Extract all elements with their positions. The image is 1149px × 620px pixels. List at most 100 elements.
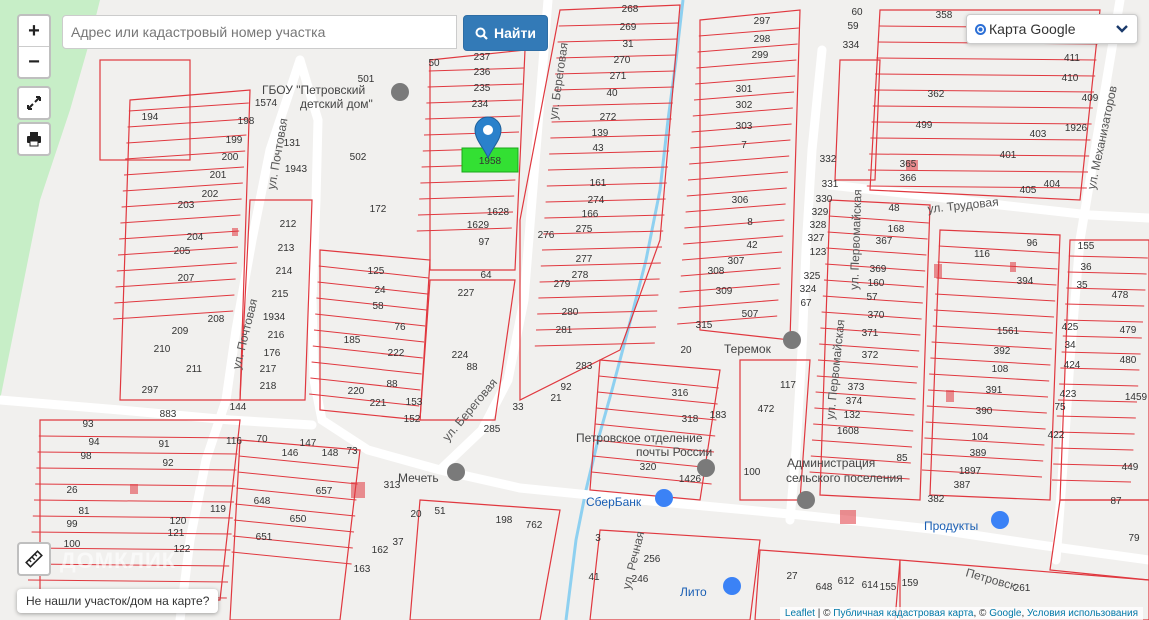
parcel-number-label: 409 — [1082, 93, 1099, 104]
parcel-boundary — [696, 59, 797, 69]
parcel-boundary — [317, 281, 428, 295]
parcel-number-label: 227 — [458, 288, 475, 299]
parcel-number-label: 26 — [66, 485, 78, 496]
google-link[interactable]: Google — [989, 608, 1021, 619]
poi-label: Администрация — [787, 456, 875, 470]
parcel-number-label: 148 — [322, 448, 339, 459]
parcel-boundary — [867, 169, 1089, 173]
expand-icon — [27, 96, 41, 110]
poi-icon — [655, 489, 673, 507]
parcel-number-label: 612 — [838, 576, 855, 587]
parcel-boundary — [938, 245, 1059, 254]
map-layer-select[interactable]: Карта Google — [966, 14, 1138, 44]
parcel-number-label: 327 — [808, 233, 825, 244]
parcel-number-label: 1574 — [255, 98, 278, 109]
parcel-boundary — [936, 277, 1057, 286]
parcel-number-label: 271 — [610, 71, 627, 82]
parcel-number-label: 332 — [820, 154, 837, 165]
parcel-boundary — [237, 471, 358, 485]
fullscreen-button[interactable] — [19, 88, 49, 118]
parcel-number-label: 163 — [354, 564, 371, 575]
print-button[interactable] — [19, 124, 49, 154]
parcel-number-label: 88 — [466, 362, 478, 373]
parcel-boundary — [870, 137, 1091, 141]
parcel-boundary — [687, 171, 789, 181]
parcel-number-label: 91 — [158, 439, 170, 450]
parcel-number-label: 216 — [268, 330, 285, 341]
parcel-boundary — [598, 375, 719, 389]
parcel-number-label: 236 — [474, 67, 491, 78]
parcel-number-label: 217 — [260, 364, 277, 375]
parcel-number-label: 283 — [576, 361, 593, 372]
parcel-number-label: 298 — [754, 34, 771, 45]
parcel-number-label: 299 — [752, 50, 769, 61]
parcel-number-label: 213 — [278, 243, 295, 254]
parcel-number-label: 20 — [680, 345, 692, 356]
parcel-number-label: 94 — [88, 437, 100, 448]
chevron-down-icon[interactable] — [1115, 24, 1129, 34]
terms-link[interactable]: Условия использования — [1027, 608, 1138, 619]
search-input[interactable] — [62, 15, 457, 49]
map-canvas[interactable]: 2682693127027140272139431612741662752772… — [0, 0, 1149, 620]
parcel-boundary — [921, 469, 1043, 478]
parcel-number-label: 121 — [168, 528, 185, 539]
parcel-boundary — [232, 535, 353, 549]
parcel-boundary — [925, 421, 1046, 430]
parcel-number-label: 479 — [1120, 325, 1137, 336]
parcel-number-label: 24 — [374, 285, 386, 296]
poi-label: Лито — [680, 585, 707, 599]
parcel-number-label: 117 — [780, 380, 796, 391]
parcel-boundary — [545, 198, 666, 203]
parcel-number-label: 120 — [170, 516, 187, 527]
selected-parcel-label: 1958 — [479, 156, 502, 167]
parcel-boundary — [38, 435, 239, 439]
parcel-number-label: 183 — [710, 410, 727, 421]
parcel-number-label: 51 — [434, 506, 446, 517]
parcel-boundary — [534, 342, 655, 347]
parcel-number-label: 404 — [1044, 179, 1061, 190]
radio-selected-icon[interactable] — [975, 23, 986, 35]
parcel-number-label: 331 — [822, 179, 839, 190]
parcel-number-label: 220 — [348, 386, 365, 397]
parcel-number-label: 34 — [1064, 340, 1076, 351]
parcel-number-label: 411 — [1064, 53, 1080, 64]
parcel-number-label: 146 — [282, 448, 299, 459]
parcel-number-label: 309 — [716, 286, 733, 297]
parcel-number-label: 155 — [880, 582, 897, 593]
parcel-number-label: 122 — [174, 544, 191, 555]
parcel-boundary — [930, 357, 1051, 366]
not-found-button[interactable]: Не нашли участок/дом на карте? — [17, 589, 219, 613]
parcel-number-label: 392 — [994, 346, 1011, 357]
parcel-number-label: 201 — [210, 170, 227, 181]
parcel-number-label: 389 — [970, 448, 987, 459]
parcel-number-label: 272 — [600, 112, 617, 123]
parcel-number-label: 480 — [1120, 355, 1137, 366]
parcel-number-label: 235 — [474, 83, 491, 94]
map-attribution: Leaflet | © Публичная кадастровая карта,… — [779, 607, 1143, 620]
measure-button[interactable] — [19, 544, 49, 574]
parcel-number-label: 36 — [1080, 262, 1092, 273]
zoom-in-button[interactable]: + — [19, 16, 49, 46]
search-button[interactable]: Найти — [463, 15, 548, 51]
parcel-number-label: 161 — [590, 178, 607, 189]
cadastral-link[interactable]: Публичная кадастровая карта — [833, 608, 973, 619]
parcel-number-label: 370 — [868, 310, 885, 321]
parcel-number-label: 218 — [260, 381, 277, 392]
parcel-number-label: 3 — [595, 533, 601, 544]
parcel-number-label: 369 — [870, 264, 887, 275]
zoom-out-button[interactable]: − — [19, 46, 49, 77]
parcel-number-label: 374 — [846, 396, 863, 407]
parcel-number-label: 210 — [154, 344, 171, 355]
parcel-boundary — [425, 115, 521, 120]
parcel-boundary — [540, 262, 661, 267]
parcel-number-label: 41 — [588, 572, 600, 583]
attribution-separator: | © — [814, 608, 834, 619]
parcel-boundary — [935, 293, 1056, 302]
parcel-boundary — [547, 166, 669, 171]
parcel-number-label: 276 — [538, 230, 555, 241]
leaflet-link[interactable]: Leaflet — [785, 608, 815, 619]
parcel-number-label: 365 — [900, 159, 917, 170]
parcel-boundary — [828, 215, 929, 224]
parcel-number-label: 334 — [843, 40, 860, 51]
parcel-number-label: 81 — [78, 506, 90, 517]
